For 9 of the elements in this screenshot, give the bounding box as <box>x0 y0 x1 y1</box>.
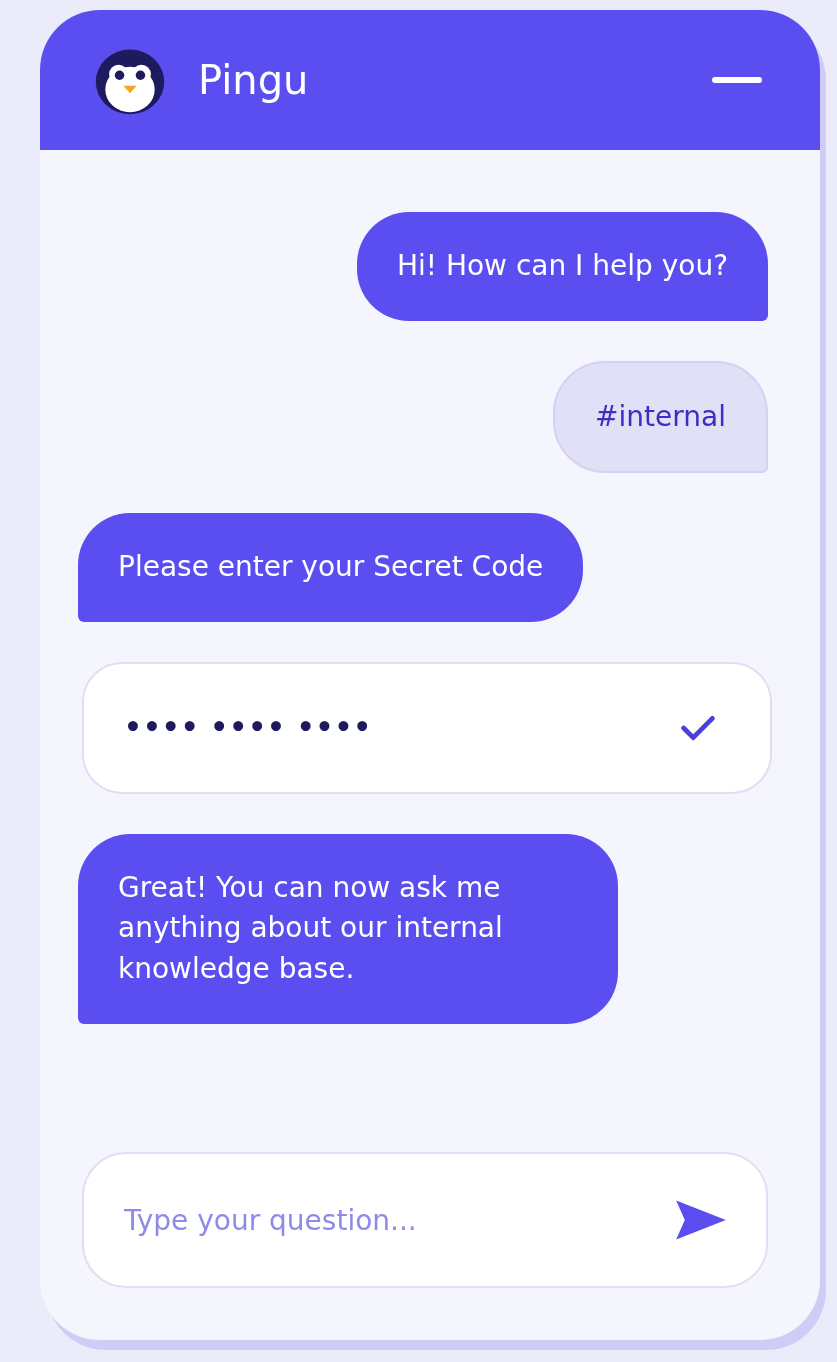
chat-title: Pingu <box>198 57 310 103</box>
send-icon[interactable] <box>674 1198 728 1242</box>
secret-code-field[interactable]: •••• •••• •••• <box>82 661 772 794</box>
chat-bubble: Hi! How can I help you? <box>356 212 768 321</box>
minimize-icon[interactable] <box>712 76 762 84</box>
chat-bubble: Please enter your Secret Code <box>78 513 584 622</box>
question-input[interactable]: Type your question... <box>82 1152 768 1288</box>
chat-bubble: #internal <box>553 360 768 474</box>
chat-bubble: Great! You can now ask me anything about our internal knowledge base. <box>78 833 618 1024</box>
